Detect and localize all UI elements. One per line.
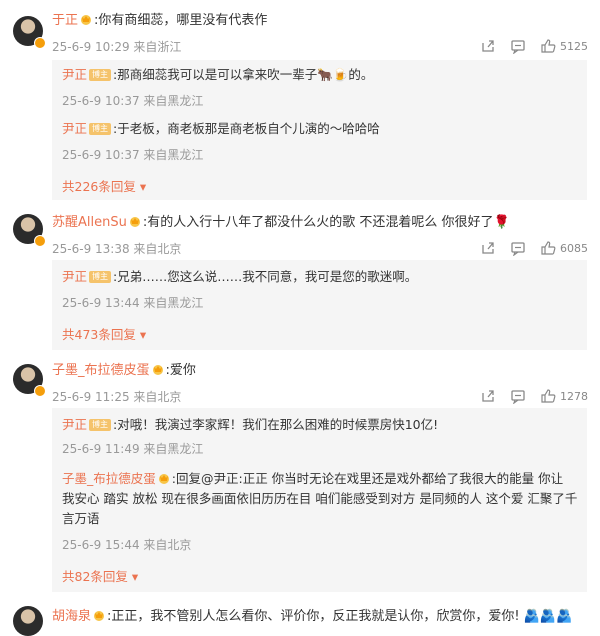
like-icon xyxy=(540,240,556,256)
comment-icon xyxy=(510,38,526,54)
avatar[interactable] xyxy=(13,214,46,247)
username[interactable]: 胡海泉 xyxy=(52,609,91,624)
crown-icon xyxy=(79,12,93,26)
reply-text-continued: 我安心 踏实 放松 现在很多画面依旧历历在目 咱们能感受到对方 是同频的人 这个… xyxy=(62,491,578,506)
comment-meta: 25-6-9 13:38 来自北京 xyxy=(52,242,182,256)
comment-actions: 5125 xyxy=(480,38,588,54)
like-button[interactable]: 6085 xyxy=(540,240,588,256)
blogger-tag: 博主 xyxy=(89,123,112,135)
avatar[interactable] xyxy=(13,16,46,49)
comment-button[interactable] xyxy=(510,38,526,54)
reply-body: :兄弟……您这么说……我不同意，我可是您的歌迷啊。 xyxy=(113,269,418,284)
verified-badge-icon xyxy=(34,385,46,397)
like-button[interactable]: 1278 xyxy=(540,388,588,404)
verified-badge-icon xyxy=(34,37,46,49)
share-button[interactable] xyxy=(480,388,496,404)
comment-icon xyxy=(510,388,526,404)
crown-icon xyxy=(128,214,142,228)
like-icon xyxy=(540,388,556,404)
comment-thread: 于正:你有商细蕊，哪里没有代表作 25-6-9 10:29 来自浙江 5125 … xyxy=(0,0,600,200)
username[interactable]: 苏醒AllenSu xyxy=(52,215,127,230)
blogger-tag: 博主 xyxy=(89,419,112,431)
like-icon xyxy=(540,38,556,54)
like-count: 5125 xyxy=(560,39,588,53)
comment-button[interactable] xyxy=(510,240,526,256)
crown-icon xyxy=(92,608,106,622)
comment-text: 苏醒AllenSu :有的人入行十八年了都没什么火的歌 不还混着呢么 你很好了🌹 xyxy=(52,214,510,232)
username[interactable]: 子墨_布拉德皮蛋 xyxy=(52,363,150,378)
reply-username[interactable]: 尹正 xyxy=(62,269,87,284)
comment-thread: 胡海泉 :正正，我不管别人怎么看你、评价你，反正我就是认你，欣赏你，爱你! 🫂🫂🫂 xyxy=(0,600,600,636)
more-replies-link[interactable]: 共473条回复 ▾ xyxy=(62,324,146,343)
reply-meta: 25-6-9 13:44 来自黑龙江 xyxy=(62,296,204,310)
reply-body: :那商细蕊我可以是可以拿来吹一辈子🐂🍺的。 xyxy=(113,67,374,82)
share-button[interactable] xyxy=(480,240,496,256)
share-icon xyxy=(480,38,496,54)
reply-body: :对哦！我演过李家辉！我们在那么困难的时候票房快10亿! xyxy=(113,417,439,432)
crown-icon xyxy=(151,362,165,376)
reply-text: 尹正 博主:那商细蕊我可以是可以拿来吹一辈子🐂🍺的。 xyxy=(62,66,373,84)
comment-meta: 25-6-9 11:25 来自北京 xyxy=(52,390,182,404)
reply-username[interactable]: 尹正 xyxy=(62,67,87,82)
username[interactable]: 于正 xyxy=(52,13,78,28)
comment-body: :你有商细蕊，哪里没有代表作 xyxy=(94,13,268,28)
reply-box: 尹正 博主:兄弟……您这么说……我不同意，我可是您的歌迷啊。 25-6-9 13:… xyxy=(52,260,587,350)
comment-text: 子墨_布拉德皮蛋 :爱你 xyxy=(52,362,196,380)
comment-thread: 子墨_布拉德皮蛋 :爱你 25-6-9 11:25 来自北京 1278 尹正 博主:… xyxy=(0,356,600,594)
reply-text: 尹正 博主:对哦！我演过李家辉！我们在那么困难的时候票房快10亿! xyxy=(62,416,438,434)
reply-meta: 25-6-9 10:37 来自黑龙江 xyxy=(62,148,204,162)
reply-meta: 25-6-9 15:44 来自北京 xyxy=(62,538,192,552)
crown-icon xyxy=(157,471,171,485)
comment-thread: 苏醒AllenSu:有的人入行十八年了都没什么火的歌 不还混着呢么 你很好了🌹 … xyxy=(0,204,600,354)
avatar[interactable] xyxy=(13,606,43,636)
reply-box: 尹正 博主:那商细蕊我可以是可以拿来吹一辈子🐂🍺的。 25-6-9 10:37 来… xyxy=(52,60,587,200)
reply-meta: 25-6-9 10:37 来自黑龙江 xyxy=(62,94,204,108)
share-button[interactable] xyxy=(480,38,496,54)
comment-actions: 1278 xyxy=(480,388,588,404)
more-replies-link[interactable]: 共82条回复 ▾ xyxy=(62,566,138,585)
comment-body: :爱你 xyxy=(165,363,196,378)
reply-text-continued: 言万语 xyxy=(62,511,100,526)
more-replies-link[interactable]: 共226条回复 ▾ xyxy=(62,176,146,195)
reply-box: 尹正 博主:对哦！我演过李家辉！我们在那么困难的时候票房快10亿! 25-6-9 … xyxy=(52,408,587,592)
comment-actions: 6085 xyxy=(480,240,588,256)
reply-body: :回复@尹正:正正 你当时无论在戏里还是戏外都给了我很大的能量 你让 xyxy=(171,471,564,486)
comment-body: :有的人入行十八年了都没什么火的歌 不还混着呢么 你很好了🌹 xyxy=(142,215,510,230)
avatar[interactable] xyxy=(13,364,46,397)
comment-icon xyxy=(510,240,526,256)
like-count: 1278 xyxy=(560,389,588,403)
reply-text: 尹正 博主:于老板，商老板那是商老板自个儿演的～哈哈哈 xyxy=(62,120,380,138)
share-icon xyxy=(480,240,496,256)
share-icon xyxy=(480,388,496,404)
blogger-tag: 博主 xyxy=(89,69,112,81)
reply-text: 尹正 博主:兄弟……您这么说……我不同意，我可是您的歌迷啊。 xyxy=(62,268,417,286)
reply-username[interactable]: 子墨_布拉德皮蛋 xyxy=(62,471,156,486)
reply-body: :于老板，商老板那是商老板自个儿演的～哈哈哈 xyxy=(113,121,380,136)
comment-meta: 25-6-9 10:29 来自浙江 xyxy=(52,40,182,54)
like-button[interactable]: 5125 xyxy=(540,38,588,54)
comment-text: 于正 :你有商细蕊，哪里没有代表作 xyxy=(52,12,267,30)
blogger-tag: 博主 xyxy=(89,271,112,283)
reply-text: 子墨_布拉德皮蛋 :回复@尹正:正正 你当时无论在戏里还是戏外都给了我很大的能量 … xyxy=(62,470,563,488)
like-count: 6085 xyxy=(560,241,588,255)
comment-button[interactable] xyxy=(510,388,526,404)
reply-meta: 25-6-9 11:49 来自黑龙江 xyxy=(62,442,204,456)
comment-body: :正正，我不管别人怎么看你、评价你，反正我就是认你，欣赏你，爱你! 🫂🫂🫂 xyxy=(107,609,573,624)
verified-badge-icon xyxy=(34,235,46,247)
comment-text: 胡海泉 :正正，我不管别人怎么看你、评价你，反正我就是认你，欣赏你，爱你! 🫂🫂🫂 xyxy=(52,608,572,626)
reply-username[interactable]: 尹正 xyxy=(62,417,87,432)
reply-username[interactable]: 尹正 xyxy=(62,121,87,136)
